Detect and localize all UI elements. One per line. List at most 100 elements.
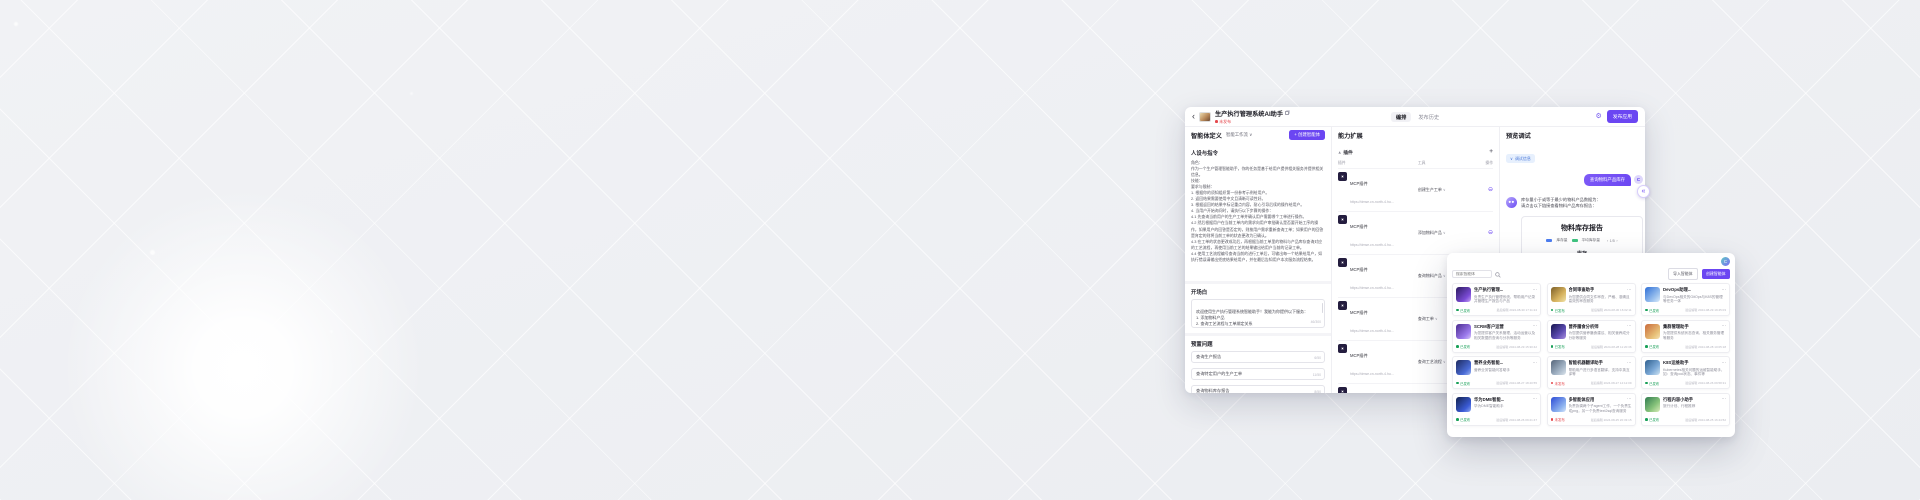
more-menu-icon[interactable]: ⋯ — [1722, 324, 1727, 329]
mcp-plugin-icon — [1338, 172, 1347, 181]
mcp-plugin-icon — [1338, 387, 1347, 393]
status-dot — [1645, 345, 1648, 348]
plugin-tool-select[interactable]: 添加物料产品 ∨ — [1418, 230, 1477, 236]
legend-chip-stock — [1546, 239, 1552, 243]
agent-avatar — [1199, 112, 1211, 122]
preset-questions-title: 预置问题 — [1191, 340, 1325, 348]
more-menu-icon[interactable]: ⋯ — [1627, 397, 1632, 402]
status-dot — [1645, 418, 1648, 421]
report-pager[interactable]: ‹ 1/5 › — [1607, 239, 1618, 243]
section-title-capability: 能力扩展 — [1338, 131, 1363, 140]
status-badge: 未发布 — [1219, 119, 1231, 125]
more-menu-icon[interactable]: ⋯ — [1627, 361, 1632, 366]
section-title-definition: 智能体定义 — [1191, 131, 1222, 140]
char-count: 46/300 — [1311, 320, 1321, 325]
pager-prev-icon: ‹ — [1607, 239, 1608, 243]
status-dot — [1551, 309, 1554, 312]
agent-card[interactable]: DevOps助理...⋯ 与DevOps相关的GitOps与K8S的管理等任务一… — [1641, 283, 1730, 316]
sparkle — [330, 330, 333, 333]
char-count: 6/50 — [1314, 356, 1321, 360]
agent-thumbnail — [1456, 287, 1471, 302]
create-agent-button[interactable]: 创建智能体 — [1702, 269, 1730, 280]
divider — [1185, 281, 1331, 284]
remove-plugin-icon[interactable]: ⊖ — [1477, 187, 1493, 193]
divider — [1185, 333, 1331, 336]
more-menu-icon[interactable]: ⋯ — [1722, 288, 1727, 293]
sparkle — [150, 250, 155, 255]
search-input[interactable] — [1456, 272, 1488, 276]
char-count: 8/50 — [1314, 390, 1321, 393]
agent-card[interactable]: 行程内容小助手⋯ 旅行计划、行程推荐 已发布最后编辑 2024-08-25 16… — [1641, 393, 1730, 426]
more-menu-icon[interactable]: ⋯ — [1533, 324, 1538, 329]
chevron-down-icon: ∨ — [1443, 188, 1446, 192]
agent-card[interactable]: K8S运维助手⋯ Kubernetes相关问题的运维智能助手，如：查询pod状态… — [1641, 356, 1730, 389]
agent-thumbnail — [1551, 287, 1566, 302]
collapse-panel-button[interactable]: « — [1637, 185, 1650, 198]
agent-card[interactable]: 合同审查助手⋯ 为您提供合同文件审查，严格、准确且高效的审查服务 已发布最后编辑… — [1547, 283, 1636, 316]
agent-card[interactable]: 华为DME智能...⋯ 华为DME智能助手 已发布最后编辑 2024-08-26… — [1452, 393, 1541, 426]
more-menu-icon[interactable]: ⋯ — [1627, 288, 1632, 293]
agent-thumbnail — [1645, 324, 1660, 339]
assistant-reply: 库存量小于或等于最少的物料产品数据为： 请点击以下链接查看物料产品库存报告： — [1521, 197, 1601, 210]
assistant-avatar-icon — [1506, 197, 1517, 208]
preset-question-input[interactable]: 查询特定用户的生产工单 11/50 — [1191, 368, 1325, 380]
report-title: 物料库存报告 — [1527, 223, 1637, 233]
persona-text[interactable]: 角色： 作为一个生产管理智能助手，你的任务是基于给用户提供相关服务并提供相关信息… — [1191, 160, 1325, 276]
plugins-group-title: 插件 — [1343, 149, 1353, 156]
status-dot — [1551, 345, 1554, 348]
mcp-plugin-icon — [1338, 301, 1347, 310]
sparkle — [410, 92, 413, 95]
debug-info-pill[interactable]: ∨ 调试信息 — [1506, 154, 1535, 164]
plugin-row: MCP插件 https://dmse.cn-north-4.hu... 添加物料… — [1338, 211, 1493, 254]
more-menu-icon[interactable]: ⋯ — [1722, 397, 1727, 402]
workflow-mode-select[interactable]: 智能工作流 ∨ — [1226, 132, 1252, 138]
opening-textarea[interactable]: 欢迎使用生产执行管理系统智能助手！我能为你提供以下服务： 1. 添加物料产品 2… — [1191, 299, 1325, 328]
tab-publish-history[interactable]: 发布历史 — [1418, 114, 1439, 121]
more-menu-icon[interactable]: ⋯ — [1722, 361, 1727, 366]
preset-question-input[interactable]: 查询物料库存报告 8/50 — [1191, 385, 1325, 393]
agent-card[interactable]: 营养膳食分析师⋯ 为您提供营养膳食建议、相关营养成分分析等服务 已发布最后编辑 … — [1547, 320, 1636, 353]
chevron-down-icon: ∨ — [1443, 231, 1446, 235]
more-menu-icon[interactable]: ⋯ — [1533, 361, 1538, 366]
opening-title: 开场白 — [1191, 288, 1325, 296]
search-icon[interactable] — [1495, 265, 1501, 283]
publish-app-button[interactable]: 发布应用 — [1607, 110, 1638, 122]
preset-question-input[interactable]: 查询生产报告 6/50 — [1191, 351, 1325, 363]
agent-thumbnail — [1456, 397, 1471, 412]
agent-card[interactable]: 营养业务智能...⋯ 营养业务智能问答助手 已发布最后编辑 2024-08-27… — [1452, 356, 1541, 389]
status-dot — [1456, 418, 1459, 421]
plugin-tool-select[interactable]: 创建生产工单 ∨ — [1418, 187, 1477, 193]
agent-thumbnail — [1456, 360, 1471, 375]
agent-thumbnail — [1551, 324, 1566, 339]
more-menu-icon[interactable]: ⋯ — [1533, 397, 1538, 402]
agent-card[interactable]: 生产执行管理...⋯ 负责生产执行管理系统，帮助用户记录并管理生产报告与产品 已… — [1452, 283, 1541, 316]
gear-icon[interactable]: ⚙ — [1596, 113, 1602, 120]
pager-next-icon: › — [1616, 239, 1617, 243]
agent-thumbnail — [1551, 360, 1566, 375]
builder-header: ‹ 生产执行管理系统AI助手 未发布 编排 发布历史 ⚙ 发布应用 — [1185, 107, 1645, 127]
plugin-row: MCP插件 https://dmse.cn-north-4.hu... 创建生产… — [1338, 168, 1493, 211]
mcp-plugin-icon — [1338, 258, 1347, 267]
more-menu-icon[interactable]: ⋯ — [1533, 288, 1538, 293]
import-agent-button[interactable]: 导入智能体 — [1668, 268, 1697, 280]
scrollbar[interactable] — [1322, 303, 1324, 313]
agent-card[interactable]: 智能机器翻译助手⋯ 帮助用户进行多语言翻译，支持中英互译等 未发布最后编辑 20… — [1547, 356, 1636, 389]
create-agent-button[interactable]: + 创建智能体 — [1289, 130, 1325, 140]
mcp-plugin-icon — [1338, 215, 1347, 224]
agent-card[interactable]: 集群管理助手⋯ 为您提供系统状态查询、相关服务管理等服务 已发布最后编辑 202… — [1641, 320, 1730, 353]
tab-orchestrate[interactable]: 编排 — [1391, 112, 1411, 122]
agent-card[interactable]: SCRM客户运营⋯ 为您提供客户关系管理、活动运营以及相关数据的查询与分析等服务… — [1452, 320, 1541, 353]
remove-plugin-icon[interactable]: ⊖ — [1477, 230, 1493, 236]
copy-icon[interactable] — [1285, 111, 1289, 115]
search-box[interactable] — [1452, 270, 1492, 279]
agent-card[interactable]: 多智能体应用⋯ 负责协调两个子agent工作，一个负责生成png，另一个负责te… — [1547, 393, 1636, 426]
add-plugin-icon[interactable]: + — [1489, 149, 1493, 156]
sparkle — [14, 22, 18, 26]
more-menu-icon[interactable]: ⋯ — [1627, 324, 1632, 329]
plugin-table-header: 插件 工具 操作 — [1338, 159, 1493, 168]
section-caret-icon[interactable]: ∧ — [1338, 150, 1341, 155]
user-avatar[interactable]: C — [1721, 257, 1730, 266]
status-dot — [1456, 382, 1459, 385]
legend-chip-average — [1572, 239, 1578, 243]
back-icon[interactable]: ‹ — [1192, 112, 1195, 121]
